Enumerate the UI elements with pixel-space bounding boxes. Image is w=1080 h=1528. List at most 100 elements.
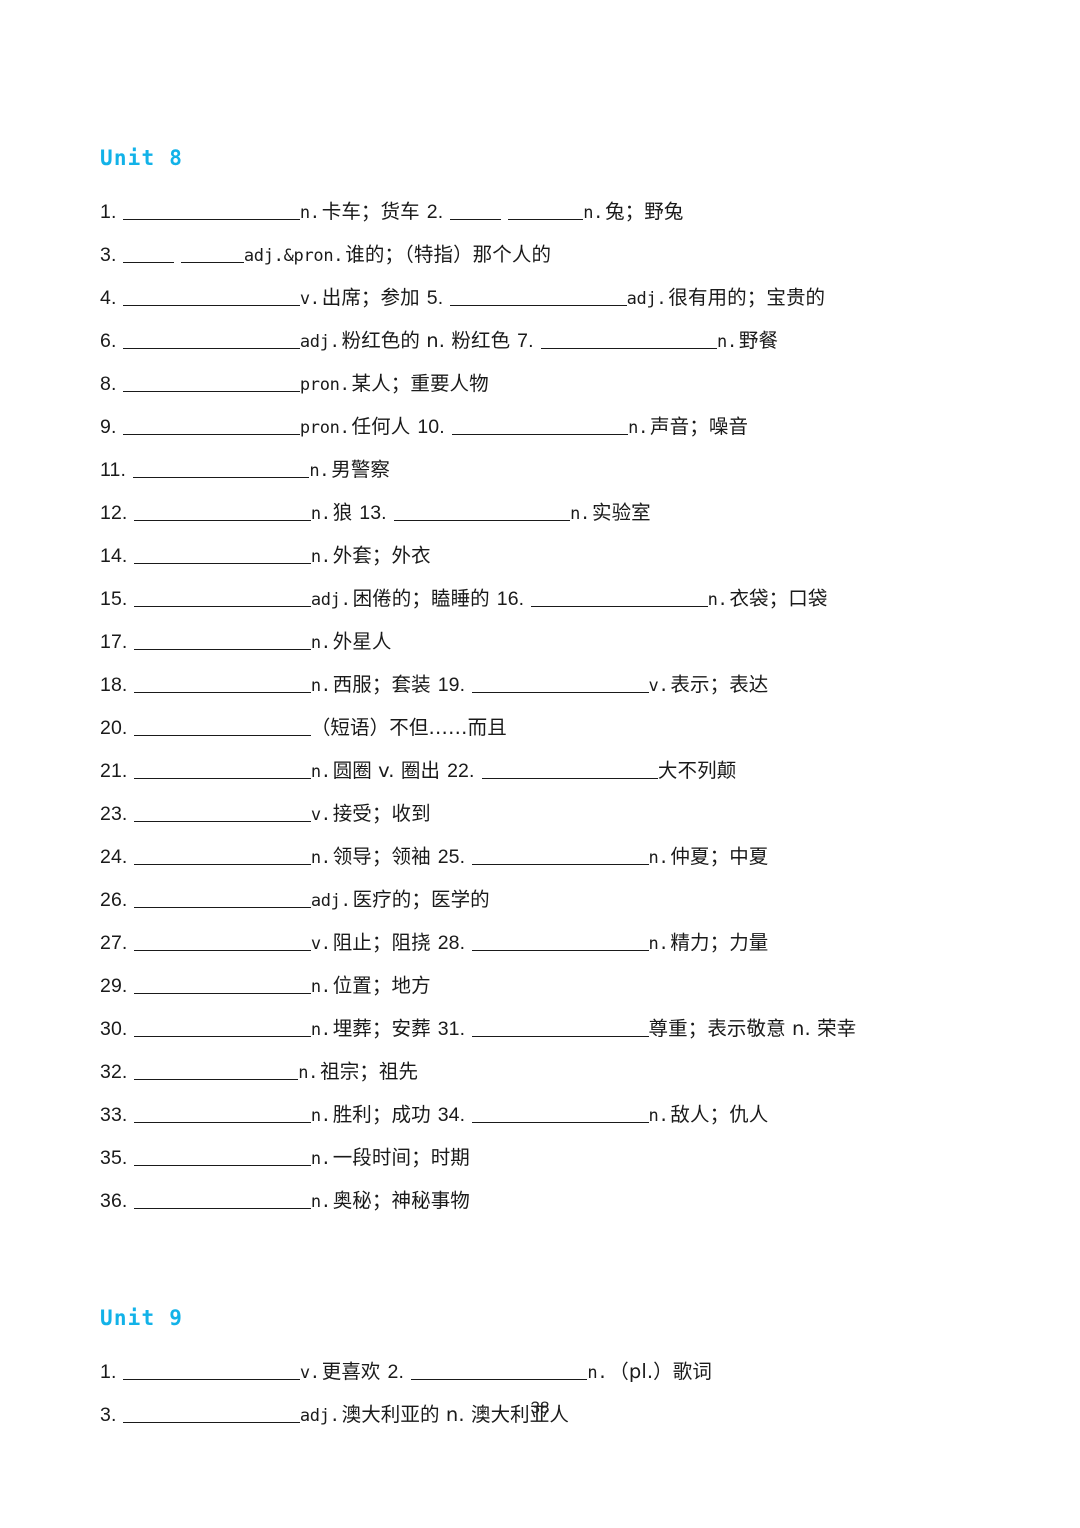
part-of-speech: n. bbox=[310, 633, 331, 653]
entry-meaning: 一段时间；时期 bbox=[332, 1146, 470, 1169]
answer-blank[interactable] bbox=[450, 202, 501, 220]
entry-meaning: 出席；参加 bbox=[321, 286, 420, 309]
answer-blank[interactable] bbox=[134, 976, 311, 994]
answer-blank[interactable] bbox=[134, 933, 311, 951]
part-of-speech: v. bbox=[648, 676, 669, 696]
vocab-entry: 27. v. 阻止；阻挠 bbox=[100, 931, 431, 954]
vocab-entry: 22. 大不列颠 bbox=[440, 759, 737, 782]
vocab-entry: 31. 尊重；表示敬意 n. 荣幸 bbox=[431, 1017, 857, 1040]
vocab-line: 21. n. 圆圈 v. 圈出 22. 大不列颠 bbox=[100, 749, 1000, 792]
vocab-entry: 29. n. 位置；地方 bbox=[100, 974, 431, 997]
vocab-entry: 16. n. 衣袋；口袋 bbox=[490, 587, 828, 610]
vocab-entry: 4. v. 出席；参加 bbox=[100, 286, 420, 309]
answer-blank[interactable] bbox=[472, 675, 649, 693]
part-of-speech: n. bbox=[309, 461, 330, 481]
answer-blank[interactable] bbox=[134, 675, 311, 693]
answer-blank[interactable] bbox=[134, 718, 311, 736]
vocab-line: 26. adj. 医疗的；医学的 bbox=[100, 878, 1000, 921]
entry-meaning: 埋葬；安葬 bbox=[332, 1017, 431, 1040]
entry-meaning: 任何人 bbox=[351, 415, 411, 438]
answer-blank[interactable] bbox=[123, 288, 300, 306]
unit-gap bbox=[100, 1265, 1000, 1308]
entry-meaning: 位置；地方 bbox=[332, 974, 431, 997]
entry-number: 27. bbox=[100, 932, 128, 954]
entry-number: 13. bbox=[359, 502, 387, 524]
answer-blank[interactable] bbox=[134, 1062, 299, 1080]
vocab-entry: 14. n. 外套；外衣 bbox=[100, 544, 431, 567]
entry-number: 18. bbox=[100, 674, 128, 696]
worksheet-content: Unit 8 1. n. 卡车；货车 2. n. 兔；野兔 3. adj.&pron. 谁的；（特… bbox=[100, 148, 1000, 1436]
vocab-line: 36. n. 奥秘；神秘事物 bbox=[100, 1179, 1000, 1222]
page-number: 38 bbox=[530, 1398, 550, 1417]
part-of-speech: n. bbox=[570, 504, 590, 524]
answer-blank[interactable] bbox=[134, 503, 311, 521]
entry-meaning: 医疗的；医学的 bbox=[352, 888, 490, 911]
vocab-line: 1. v. 更喜欢 2. n. （pl.）歌词 bbox=[100, 1350, 1000, 1393]
answer-blank[interactable] bbox=[451, 417, 629, 435]
answer-blank[interactable] bbox=[134, 804, 311, 822]
answer-blank[interactable] bbox=[411, 1362, 588, 1380]
entry-meaning: 声音；噪音 bbox=[650, 415, 749, 438]
part-of-speech: n. bbox=[707, 590, 728, 610]
answer-blank[interactable] bbox=[123, 417, 300, 435]
vocab-line: 12. n. 狼 13. n. 实验室 bbox=[100, 491, 1000, 534]
entry-meaning: 西服；套装 bbox=[332, 673, 431, 696]
entry-number: 16. bbox=[496, 588, 525, 610]
answer-blank[interactable] bbox=[472, 1019, 649, 1037]
part-of-speech: n. bbox=[628, 418, 649, 438]
answer-blank[interactable] bbox=[507, 202, 584, 220]
vocab-line: 8. pron. 某人；重要人物 bbox=[100, 362, 1000, 405]
part-of-speech: n. bbox=[310, 1106, 331, 1126]
answer-blank[interactable] bbox=[134, 1019, 311, 1037]
entry-number: 4. bbox=[100, 287, 117, 309]
answer-blank[interactable] bbox=[123, 202, 300, 220]
answer-blank[interactable] bbox=[134, 1105, 311, 1123]
answer-blank[interactable] bbox=[134, 761, 311, 779]
entry-meaning: 外星人 bbox=[332, 630, 392, 653]
answer-blank[interactable] bbox=[134, 847, 311, 865]
entry-number: 6. bbox=[100, 330, 117, 352]
entry-number: 2. bbox=[426, 201, 444, 223]
part-of-speech: n. bbox=[587, 1363, 608, 1383]
answer-blank[interactable] bbox=[134, 1148, 311, 1166]
answer-blank[interactable] bbox=[393, 503, 571, 521]
answer-blank[interactable] bbox=[134, 632, 311, 650]
part-of-speech: n. bbox=[310, 762, 331, 782]
answer-blank[interactable] bbox=[123, 1362, 300, 1380]
entry-meaning: 实验室 bbox=[591, 501, 651, 524]
entry-number: 10. bbox=[417, 416, 445, 438]
part-of-speech: n. bbox=[310, 977, 331, 997]
answer-blank[interactable] bbox=[123, 331, 300, 349]
answer-blank[interactable] bbox=[134, 589, 311, 607]
entry-meaning: 谁的；（特指）那个人的 bbox=[345, 243, 552, 266]
vocab-line: 15. adj. 困倦的；瞌睡的 16. n. 衣袋；口袋 bbox=[100, 577, 1000, 620]
part-of-speech: n. bbox=[310, 1192, 331, 1212]
answer-blank[interactable] bbox=[472, 933, 649, 951]
answer-blank[interactable] bbox=[472, 847, 649, 865]
answer-blank[interactable] bbox=[180, 245, 244, 263]
answer-blank[interactable] bbox=[134, 1191, 311, 1209]
answer-blank[interactable] bbox=[123, 374, 300, 392]
answer-blank[interactable] bbox=[123, 245, 174, 263]
answer-blank[interactable] bbox=[134, 890, 311, 908]
entry-number: 8. bbox=[100, 373, 117, 395]
entry-meaning: 卡车；货车 bbox=[321, 200, 420, 223]
answer-blank[interactable] bbox=[472, 1105, 649, 1123]
answer-blank[interactable] bbox=[481, 761, 658, 779]
vocab-entry: 6. adj. 粉红色的 n. 粉红色 bbox=[100, 329, 510, 352]
vocab-entry: 25. n. 仲夏；中夏 bbox=[431, 845, 769, 868]
vocab-entry: 24. n. 领导；领袖 bbox=[100, 845, 431, 868]
vocab-entry: 35. n. 一段时间；时期 bbox=[100, 1146, 470, 1169]
entry-number: 29. bbox=[100, 975, 128, 997]
entry-meaning: 大不列颠 bbox=[657, 759, 737, 782]
entry-number: 24. bbox=[100, 846, 128, 868]
entry-meaning: 很有用的；宝贵的 bbox=[668, 286, 826, 309]
answer-blank[interactable] bbox=[134, 546, 311, 564]
answer-blank[interactable] bbox=[132, 460, 310, 478]
part-of-speech: n. bbox=[310, 504, 331, 524]
answer-blank[interactable] bbox=[450, 288, 627, 306]
vocab-entry: 26. adj. 医疗的；医学的 bbox=[100, 888, 490, 911]
answer-blank[interactable] bbox=[540, 331, 718, 349]
part-of-speech: n. bbox=[310, 848, 331, 868]
answer-blank[interactable] bbox=[531, 589, 708, 607]
